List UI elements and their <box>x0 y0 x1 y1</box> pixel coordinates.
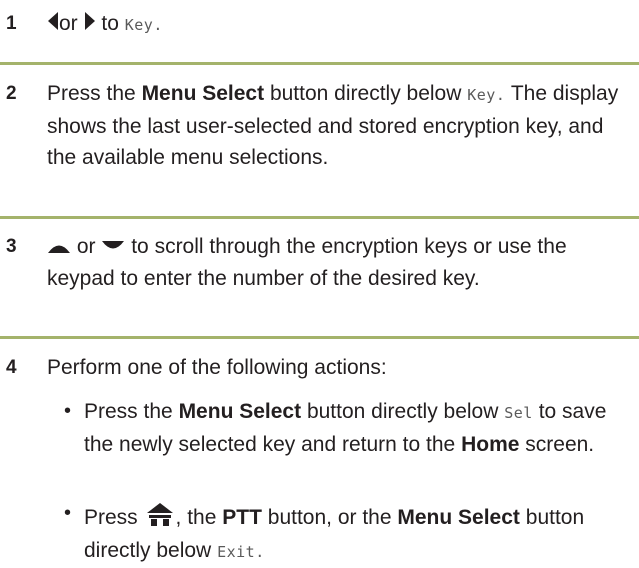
press-word: Press <box>84 506 138 530</box>
list-item-text: Press , the PTT button, or the Menu Sele… <box>84 502 634 568</box>
down-arrow-key-icon <box>101 232 125 263</box>
home-label: Home <box>461 433 520 456</box>
exit-menu-label: Exit. <box>217 543 265 561</box>
ptt-label: PTT <box>222 506 262 530</box>
or-word: or <box>76 235 96 258</box>
step-3: 3 or to scroll through the encryption ke… <box>0 224 639 324</box>
step-text: or to scroll through the encryption keys… <box>47 231 632 294</box>
menu-select-label: Menu Select <box>397 506 520 530</box>
comma-the: , the <box>175 506 217 530</box>
step-text: Press the Menu Select button directly be… <box>47 78 632 173</box>
bullet: • <box>64 502 72 524</box>
step-number: 1 <box>6 13 17 34</box>
menu-select-label: Menu Select <box>178 400 302 423</box>
step-number: 3 <box>6 236 17 257</box>
list-item: • Press the Menu Select button directly … <box>64 396 634 492</box>
step-1: 1 or to Key. <box>0 6 639 46</box>
press-word: Press the <box>84 400 173 423</box>
step-number: 4 <box>6 357 17 378</box>
divider <box>0 216 639 219</box>
press-word: Press the <box>47 82 136 105</box>
step-number: 2 <box>6 83 17 104</box>
to-word: to <box>101 12 119 35</box>
button-below-text: button directly below <box>269 82 462 105</box>
step-text: Perform one of the following actions: <box>47 356 387 379</box>
home-button-icon <box>146 502 174 535</box>
list-item: • Press , the PTT button, or the Menu Se… <box>64 502 634 566</box>
list-item-text: Press the Menu Select button directly be… <box>84 396 634 460</box>
key-menu-label: Key. <box>467 86 506 104</box>
button-below-text: button directly below <box>306 400 499 423</box>
screen-word: screen. <box>525 433 595 456</box>
sel-menu-label: Sel <box>504 404 533 422</box>
step-description: to scroll through the encryption keys or… <box>47 235 567 290</box>
bullet: • <box>64 400 72 422</box>
step-4: 4 Perform one of the following actions: … <box>0 346 639 564</box>
menu-select-label: Menu Select <box>141 82 265 105</box>
key-menu-label: Key. <box>124 16 163 34</box>
left-arrow-key-icon <box>47 9 59 40</box>
step-2: 2 Press the Menu Select button directly … <box>0 72 639 196</box>
divider <box>0 62 639 65</box>
divider <box>0 336 639 339</box>
step-text: or to Key. <box>47 8 632 41</box>
right-arrow-key-icon <box>84 9 96 40</box>
button-or-text: button, or the <box>267 506 392 530</box>
up-arrow-key-icon <box>47 232 71 263</box>
or-word: or <box>59 12 78 35</box>
